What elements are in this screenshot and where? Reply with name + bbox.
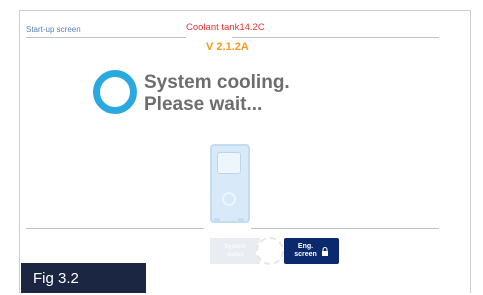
eng-screen-button[interactable]: Eng. screen — [284, 238, 339, 264]
status-message: System cooling. Please wait... — [144, 72, 290, 116]
loading-spinner-icon — [93, 70, 137, 114]
coolant-temperature: Coolant tank14.2C — [186, 22, 265, 33]
eng-screen-label-1: Eng. — [297, 243, 314, 250]
status-line-2: Please wait... — [144, 94, 263, 115]
chiller-unit-icon — [210, 144, 250, 223]
header-divider-left — [26, 37, 186, 38]
footer-divider-left — [26, 228, 204, 229]
device-indicator — [222, 192, 236, 206]
eng-screen-label: Eng. screen — [294, 243, 317, 259]
mode-dial-icon[interactable] — [256, 237, 284, 265]
figure-label: Fig 3.2 — [21, 263, 146, 293]
system-status-button[interactable]: System status — [210, 238, 260, 264]
system-status-label-2: status — [226, 251, 244, 258]
system-status-label-1: System — [224, 243, 246, 250]
lock-icon — [321, 246, 328, 256]
version-label: V 2.1.2A — [206, 41, 249, 53]
device-wheel-left — [214, 218, 220, 223]
device-wheel-right — [238, 218, 244, 223]
screen-title: Start-up screen — [26, 25, 81, 34]
footer-divider-right — [251, 228, 439, 229]
status-line-1: System cooling. — [144, 72, 290, 93]
header-divider-right — [232, 37, 439, 38]
eng-screen-label-2: screen — [294, 251, 317, 258]
device-panel — [217, 152, 241, 174]
